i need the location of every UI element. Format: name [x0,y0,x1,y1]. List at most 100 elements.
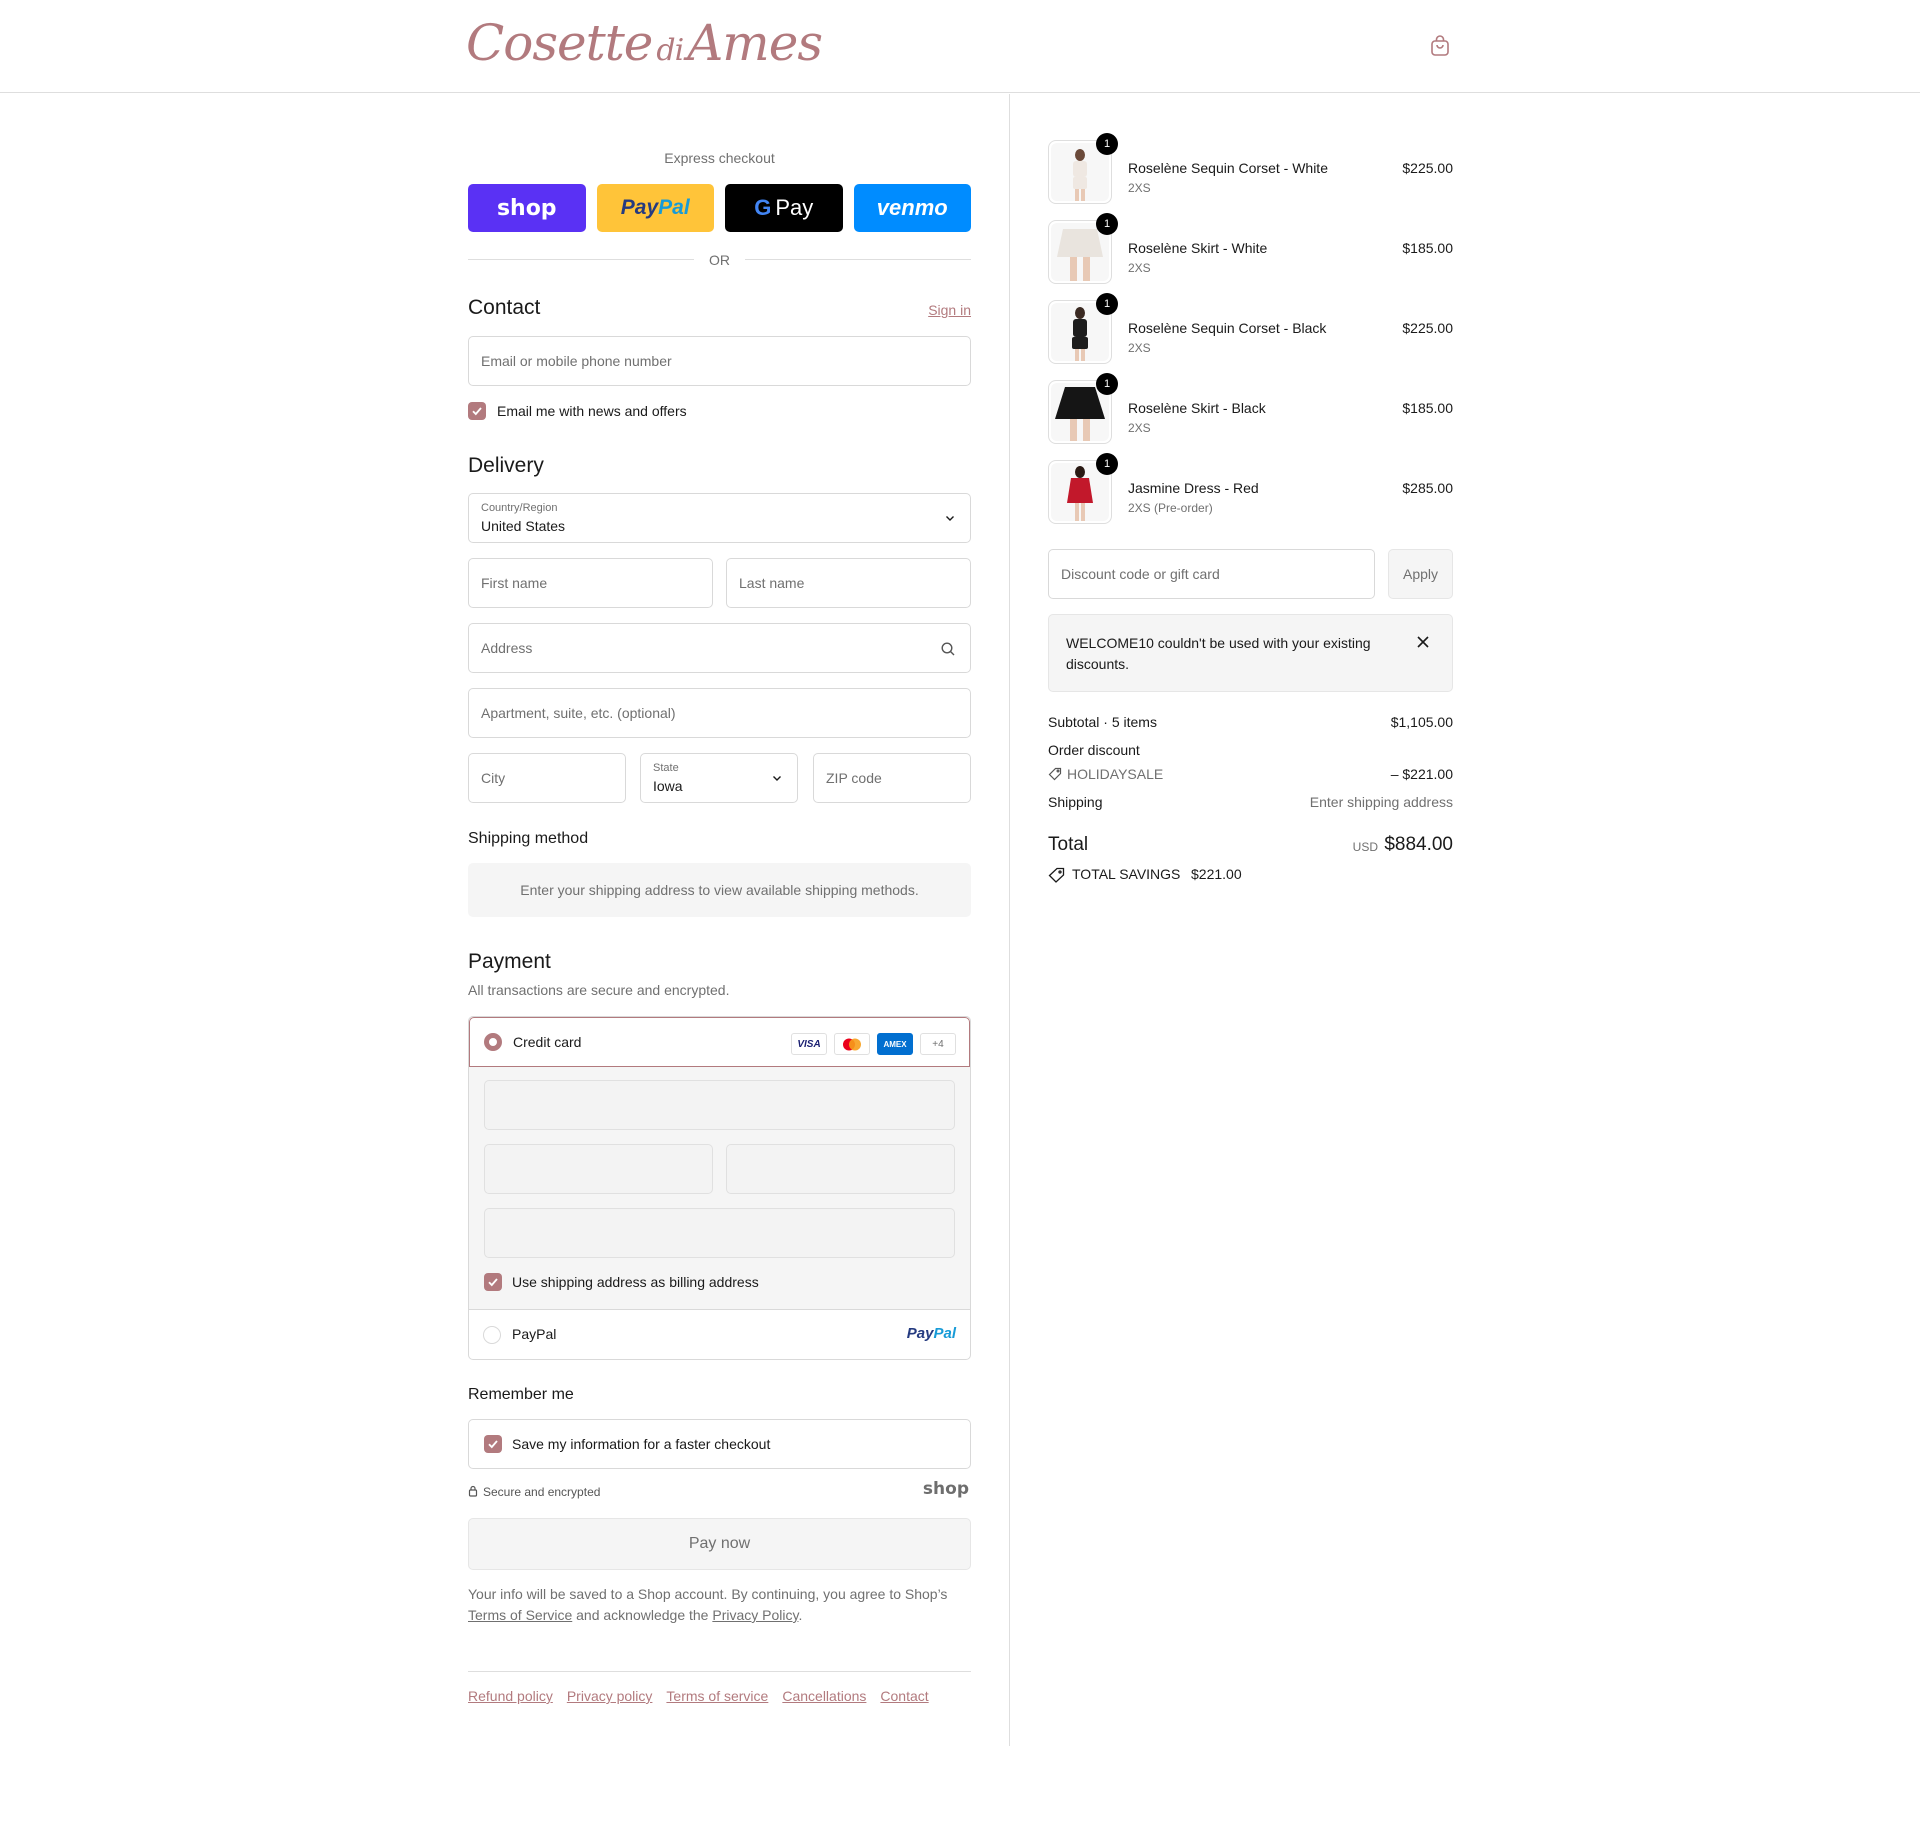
venmo-button[interactable]: venmo [853,184,971,232]
amex-label: AMEX [883,1039,907,1049]
apartment-placeholder: Apartment, suite, etc. (optional) [481,705,676,721]
paypal-label-pal: Pal [658,196,690,219]
last-name-field[interactable]: Last name [726,558,971,608]
disclaimer-text-2: and acknowledge the [572,1607,713,1623]
item-price: $285.00 [1402,480,1453,496]
footer-links: Refund policy Privacy policy Terms of se… [468,1688,929,1704]
card-cvv-field[interactable] [726,1144,955,1194]
apply-discount-button[interactable]: Apply [1388,549,1453,599]
close-icon[interactable] [1416,635,1430,649]
total-label: Total [1048,834,1089,855]
remember-me-heading: Remember me [468,1386,574,1403]
tag-icon [1048,767,1062,784]
card-name-field[interactable] [484,1208,955,1258]
paypal-logo: PayPal [907,1325,956,1342]
chevron-down-icon [946,516,954,521]
email-placeholder: Email or mobile phone number [481,353,672,369]
terms-of-service-footer-link[interactable]: Terms of service [666,1688,768,1704]
payment-methods: Credit card VISA AMEX +4 Use shipping ad… [468,1016,971,1360]
item-variant: 2XS [1128,421,1151,435]
paypal-label-pay: Pay [620,196,659,219]
credit-card-radio[interactable] [484,1033,502,1051]
item-variant: 2XS [1128,261,1151,275]
paypal-logo-pal: Pal [933,1325,956,1342]
visa-icon: VISA [791,1033,827,1055]
or-divider: OR [468,250,971,270]
google-pay-button[interactable]: G Pay [725,184,843,232]
item-variant: 2XS [1128,181,1151,195]
quantity-badge: 1 [1096,373,1118,395]
disclaimer-text-1: Your info will be saved to a Shop accoun… [468,1586,948,1602]
city-field[interactable]: City [468,753,626,803]
discount-code-field[interactable]: Discount code or gift card [1048,549,1375,599]
sign-in-link[interactable]: Sign in [928,302,971,318]
shipping-label: Shipping [1048,794,1103,810]
discount-code-placeholder: Discount code or gift card [1061,566,1220,582]
first-name-field[interactable]: First name [468,558,713,608]
shipping-method-message: Enter your shipping address to view avai… [468,863,971,917]
apartment-field[interactable]: Apartment, suite, etc. (optional) [468,688,971,738]
cart-item: 1 Roselène Sequin Corset - White 2XS $22… [1048,133,1453,206]
privacy-policy-link[interactable]: Privacy Policy [712,1607,798,1623]
shop-pay-button[interactable]: shop [468,184,586,232]
paypal-button[interactable]: Pay Pal [596,184,714,232]
credit-card-form: Use shipping address as billing address [469,1067,970,1310]
product-thumbnail: 1 [1048,453,1118,524]
email-field[interactable]: Email or mobile phone number [468,336,971,386]
country-select[interactable]: Country/Region United States [468,493,971,543]
zip-field[interactable]: ZIP code [813,753,971,803]
or-label: OR [709,252,730,268]
country-label: Country/Region [481,502,558,514]
paypal-option[interactable]: PayPal PayPal [469,1310,970,1359]
address-placeholder: Address [481,640,533,656]
express-checkout-buttons: shop Pay Pal G Pay venmo [468,184,971,232]
item-price: $225.00 [1402,320,1453,336]
card-expiry-field[interactable] [484,1144,713,1194]
shop-disclaimer: Your info will be saved to a Shop accoun… [468,1584,971,1626]
product-thumbnail: 1 [1048,373,1118,444]
shipping-value: Enter shipping address [1309,794,1453,810]
contact-heading: Contact [468,296,541,319]
billing-address-checkbox[interactable] [484,1273,502,1291]
last-name-placeholder: Last name [739,575,805,591]
remember-me-box: Save my information for a faster checkou… [468,1419,971,1469]
more-cards-label: +4 [932,1038,944,1050]
footer-divider [468,1671,971,1672]
total-value: $884.00 [1384,834,1453,855]
news-checkbox[interactable] [468,402,486,420]
card-number-field[interactable] [484,1080,955,1130]
payment-subtitle: All transactions are secure and encrypte… [468,982,730,998]
logo-word-1: Cosette [466,14,653,72]
search-icon [941,642,955,656]
order-discount-label: Order discount [1048,742,1140,758]
brand-logo[interactable]: Cosette diAmes [466,14,823,72]
shopping-bag-icon[interactable] [1428,34,1452,58]
billing-address-label: Use shipping address as billing address [512,1274,759,1290]
credit-card-label: Credit card [513,1034,582,1050]
contact-link[interactable]: Contact [880,1688,928,1704]
refund-policy-link[interactable]: Refund policy [468,1688,553,1704]
item-price: $185.00 [1402,400,1453,416]
address-field[interactable]: Address [468,623,971,673]
secure-label: Secure and encrypted [483,1485,601,1499]
privacy-policy-footer-link[interactable]: Privacy policy [567,1688,653,1704]
express-checkout-title: Express checkout [664,150,775,166]
credit-card-option[interactable]: Credit card VISA AMEX +4 [469,1017,970,1067]
save-info-checkbox[interactable] [484,1435,502,1453]
quantity-badge: 1 [1096,453,1118,475]
currency-label: USD [1352,840,1378,854]
item-name: Roselène Skirt - Black [1128,400,1266,416]
zip-placeholder: ZIP code [826,770,882,786]
mastercard-icon [834,1033,870,1055]
cancellations-link[interactable]: Cancellations [782,1688,866,1704]
pay-now-button[interactable]: Pay now [468,1518,971,1570]
item-name: Roselène Skirt - White [1128,240,1268,256]
delivery-heading: Delivery [468,454,544,477]
paypal-radio[interactable] [483,1326,501,1344]
subtotal-label: Subtotal · 5 items [1048,714,1157,730]
more-cards-badge: +4 [920,1033,956,1055]
save-info-label: Save my information for a faster checkou… [512,1436,771,1452]
state-select[interactable]: State Iowa [640,753,798,803]
terms-of-service-link[interactable]: Terms of Service [468,1607,572,1623]
amex-icon: AMEX [877,1033,913,1055]
